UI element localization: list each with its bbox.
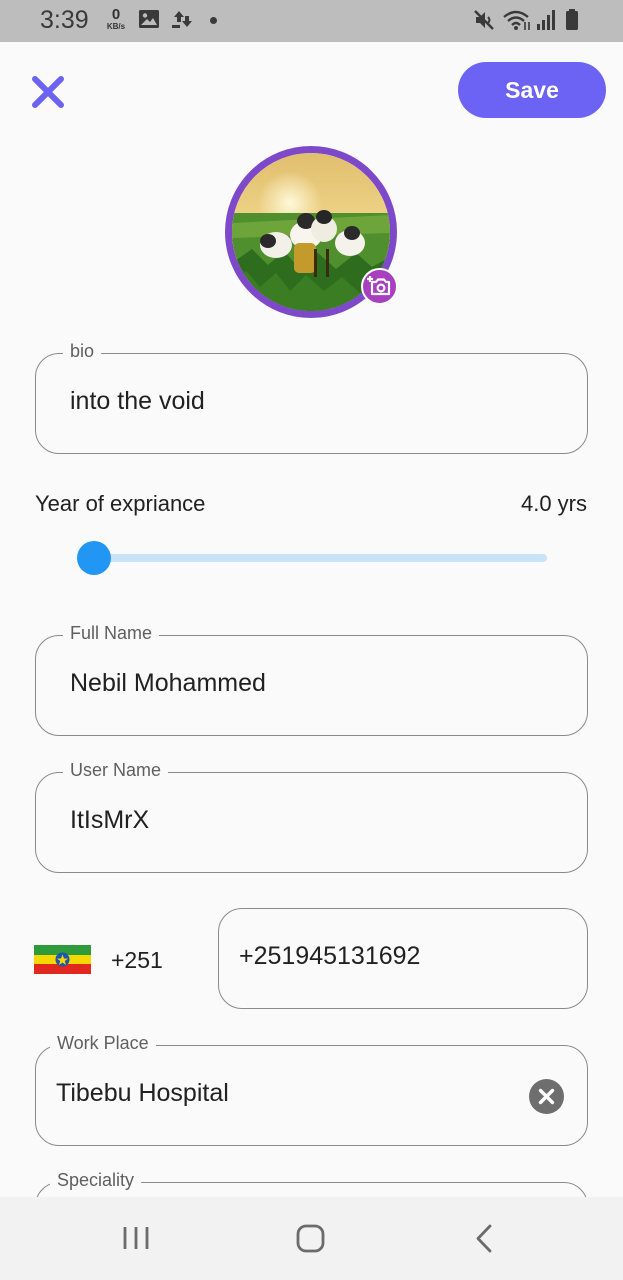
bio-label: bio bbox=[63, 341, 102, 362]
user-name-value: ItIsMrX bbox=[70, 806, 150, 834]
country-dial-code[interactable]: +251 bbox=[111, 947, 163, 974]
full-name-field[interactable]: Full Name Nebil Mohammed bbox=[35, 623, 588, 736]
add-photo-icon bbox=[367, 276, 391, 296]
network-speed-value: 0 bbox=[111, 6, 121, 23]
status-time: 3:39 bbox=[40, 6, 89, 34]
experience-value: 4.0 yrs bbox=[520, 491, 587, 516]
ethiopia-flag-icon[interactable] bbox=[34, 945, 91, 974]
mute-icon bbox=[474, 10, 494, 30]
speciality-label: Speciality bbox=[50, 1170, 142, 1191]
network-speed-unit: KB/s bbox=[106, 22, 126, 31]
experience-slider[interactable] bbox=[77, 541, 547, 575]
transfer-icon bbox=[172, 11, 192, 28]
clear-work-place-button[interactable] bbox=[529, 1079, 564, 1114]
home-icon[interactable] bbox=[289, 1217, 333, 1261]
wifi-icon bbox=[503, 10, 530, 30]
full-name-label: Full Name bbox=[63, 623, 160, 644]
close-icon[interactable] bbox=[30, 74, 66, 110]
full-name-value: Nebil Mohammed bbox=[70, 669, 266, 697]
dot-icon bbox=[210, 17, 217, 24]
work-place-label: Work Place bbox=[50, 1033, 156, 1054]
gallery-icon bbox=[139, 10, 159, 28]
signal-icon bbox=[537, 10, 555, 30]
bio-value: into the void bbox=[70, 387, 205, 415]
change-photo-button[interactable] bbox=[361, 268, 398, 305]
clear-icon bbox=[538, 1088, 555, 1105]
experience-label: Year of expriance bbox=[35, 491, 206, 516]
user-name-field[interactable]: User Name ItIsMrX bbox=[35, 760, 588, 873]
user-name-label: User Name bbox=[63, 760, 169, 781]
work-place-field[interactable]: Work Place Tibebu Hospital bbox=[35, 1033, 588, 1146]
recents-icon[interactable] bbox=[115, 1217, 159, 1261]
navigation-bar bbox=[0, 1197, 623, 1280]
slider-thumb[interactable] bbox=[77, 541, 111, 575]
save-button[interactable]: Save bbox=[458, 62, 606, 118]
back-icon[interactable] bbox=[463, 1217, 507, 1261]
network-speed: 0 KB/s bbox=[104, 7, 128, 31]
phone-number-field[interactable]: +251945131692 bbox=[218, 908, 588, 1009]
battery-icon bbox=[566, 9, 578, 30]
phone-number-value: +251945131692 bbox=[239, 942, 421, 970]
status-bar: 3:39 0 KB/s bbox=[0, 0, 623, 42]
work-place-value: Tibebu Hospital bbox=[56, 1079, 229, 1107]
bio-field[interactable]: bio into the void bbox=[35, 341, 588, 454]
